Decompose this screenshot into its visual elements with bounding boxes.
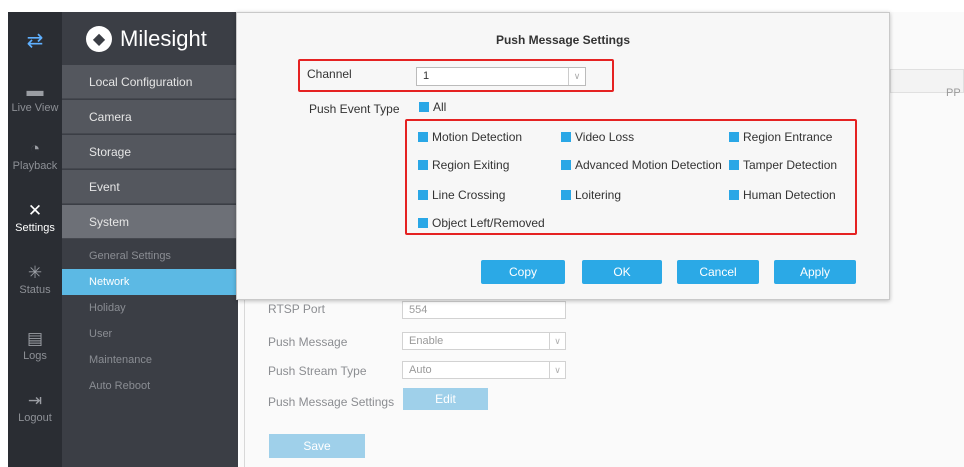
checkbox-all[interactable]: All	[419, 100, 446, 114]
checkbox-checked-icon	[418, 132, 428, 142]
sub-item-auto-reboot[interactable]: Auto Reboot	[62, 373, 238, 399]
checkbox-checked-icon	[561, 132, 571, 142]
rail-item-label: Logout	[18, 412, 52, 424]
checkbox-label: Object Left/Removed	[432, 216, 545, 230]
rtsp-port-input[interactable]: 554	[402, 301, 566, 319]
rail-item-label: Live View	[11, 102, 59, 114]
checkbox-label: Line Crossing	[432, 188, 506, 202]
push-stream-type-label: Push Stream Type	[268, 364, 367, 378]
checkbox-region-exiting[interactable]: Region Exiting	[418, 158, 509, 172]
app-window: ⇄ ▬ Live View ◔ Playback ✕ Settings ✳ St…	[0, 0, 964, 467]
checkbox-object-left-removed[interactable]: Object Left/Removed	[418, 216, 545, 230]
live-view-icon: ▬	[26, 81, 44, 100]
rail-item-label: Settings	[15, 222, 55, 234]
checkbox-human-detection[interactable]: Human Detection	[729, 188, 836, 202]
checkbox-checked-icon	[729, 132, 739, 142]
logs-icon: ▤	[26, 329, 44, 348]
checkbox-line-crossing[interactable]: Line Crossing	[418, 188, 505, 202]
sub-item-network[interactable]: Network	[62, 269, 238, 295]
sub-item-user[interactable]: User	[62, 321, 238, 347]
rail-item-label: Status	[19, 284, 51, 296]
rtsp-port-label: RTSP Port	[268, 302, 325, 316]
checkbox-checked-icon	[561, 160, 571, 170]
save-button[interactable]: Save	[269, 434, 365, 458]
icon-rail: ⇄ ▬ Live View ◔ Playback ✕ Settings ✳ St…	[8, 12, 62, 467]
settings-tools-icon: ✕	[27, 201, 43, 220]
ok-button[interactable]: OK	[582, 260, 662, 284]
sub-item-maintenance[interactable]: Maintenance	[62, 347, 238, 373]
status-icon: ✳	[27, 263, 43, 282]
rail-item-settings[interactable]: ✕ Settings	[8, 201, 62, 235]
menu-item-storage[interactable]: Storage	[62, 135, 238, 169]
rail-item-label: Logs	[23, 350, 47, 362]
rail-item-live-view[interactable]: ▬ Live View	[8, 81, 62, 115]
edit-button[interactable]: Edit	[403, 388, 488, 410]
push-message-settings-label: Push Message Settings	[268, 395, 395, 409]
sub-item-general-settings[interactable]: General Settings	[62, 243, 238, 269]
checkbox-label: Tamper Detection	[743, 158, 838, 172]
push-event-type-label: Push Event Type	[309, 102, 400, 116]
checkbox-label: Loitering	[575, 188, 622, 202]
logo-text: Milesight	[120, 26, 207, 51]
push-message-select[interactable]: Enable ∨	[402, 332, 566, 350]
push-message-label: Push Message	[268, 335, 348, 349]
checkbox-label: Video Loss	[575, 130, 635, 144]
push-message-settings-dialog: Push Message Settings Channel 1 ∨ Push E…	[236, 12, 890, 300]
annotation-box-channel	[298, 59, 614, 92]
dialog-title: Push Message Settings	[495, 33, 631, 47]
checkbox-label: Human Detection	[743, 188, 836, 202]
checkbox-checked-icon	[419, 102, 429, 112]
rail-item-playback[interactable]: ◔ Playback	[8, 139, 62, 173]
checkbox-checked-icon	[418, 190, 428, 200]
logo: ◆ Milesight	[86, 26, 207, 52]
chevron-down-icon: ∨	[549, 362, 565, 378]
checkbox-region-entrance[interactable]: Region Entrance	[729, 130, 832, 144]
checkbox-tamper-detection[interactable]: Tamper Detection	[729, 158, 837, 172]
push-stream-type-select[interactable]: Auto ∨	[402, 361, 566, 379]
menu-item-local-configuration[interactable]: Local Configuration	[62, 65, 238, 99]
checkbox-checked-icon	[729, 160, 739, 170]
checkbox-label: All	[433, 100, 447, 114]
menu-item-system[interactable]: System	[62, 205, 238, 239]
rail-item-label: Playback	[12, 160, 58, 172]
checkbox-motion-detection[interactable]: Motion Detection	[418, 130, 522, 144]
chevron-down-icon: ∨	[549, 333, 565, 349]
logout-icon: ⇥	[27, 391, 43, 410]
settings-menu: ◆ Milesight Local Configuration Camera S…	[62, 12, 238, 467]
sub-item-holiday[interactable]: Holiday	[62, 295, 238, 321]
menu-item-camera[interactable]: Camera	[62, 100, 238, 134]
push-message-value: Enable	[409, 335, 444, 347]
milesight-logo-icon: ◆	[86, 26, 112, 52]
rail-item-status[interactable]: ✳ Status	[8, 263, 62, 297]
checkbox-label: Region Entrance	[743, 130, 833, 144]
checkbox-checked-icon	[418, 160, 428, 170]
checkbox-checked-icon	[418, 218, 428, 228]
playback-icon: ◔	[29, 139, 41, 158]
checkbox-advanced-motion-detection[interactable]: Advanced Motion Detection	[561, 158, 722, 172]
push-stream-type-value: Auto	[409, 364, 432, 376]
menu-item-event[interactable]: Event	[62, 170, 238, 204]
checkbox-loitering[interactable]: Loitering	[561, 188, 621, 202]
checkbox-video-loss[interactable]: Video Loss	[561, 130, 634, 144]
checkbox-label: Region Exiting	[432, 158, 510, 172]
rail-item-logout[interactable]: ⇥ Logout	[8, 391, 62, 425]
apply-button[interactable]: Apply	[774, 260, 856, 284]
checkbox-checked-icon	[561, 190, 571, 200]
rail-item-logs[interactable]: ▤ Logs	[8, 329, 62, 363]
cancel-button[interactable]: Cancel	[677, 260, 759, 284]
checkbox-label: Advanced Motion Detection	[575, 158, 722, 172]
copy-button[interactable]: Copy	[481, 260, 565, 284]
checkbox-label: Motion Detection	[432, 130, 523, 144]
swap-arrows-icon[interactable]: ⇄	[8, 28, 62, 53]
tab-pp[interactable]: PP	[946, 87, 961, 99]
checkbox-checked-icon	[729, 190, 739, 200]
